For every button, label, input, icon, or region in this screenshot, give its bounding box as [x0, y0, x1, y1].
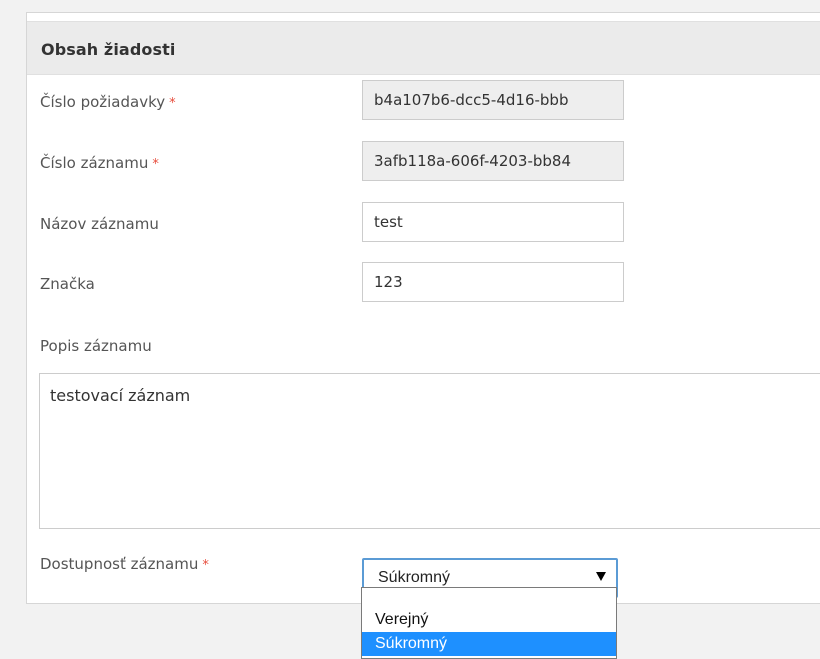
mark-label: Značka — [40, 275, 95, 293]
option-public[interactable]: Verejný — [362, 608, 616, 632]
required-marker: * — [169, 96, 176, 111]
mark-input[interactable]: 123 — [362, 262, 624, 302]
record-name-label: Názov záznamu — [40, 215, 159, 233]
record-number-input[interactable]: 3afb118a-606f-4203-bb84 — [362, 141, 624, 181]
option-blank[interactable] — [362, 588, 616, 608]
availability-selected-value: Súkromný — [378, 569, 451, 586]
availability-label: Dostupnosť záznamu * — [40, 555, 209, 573]
request-number-label: Číslo požiadavky * — [40, 93, 176, 111]
request-number-input[interactable]: b4a107b6-dcc5-4d16-bbb — [362, 80, 624, 120]
dropdown-arrow-icon — [596, 572, 606, 581]
availability-options-list: Verejný Súkromný — [361, 587, 617, 659]
record-number-label: Číslo záznamu * — [40, 154, 159, 172]
description-textarea[interactable]: testovací záznam — [39, 373, 820, 529]
required-marker: * — [202, 558, 209, 573]
required-marker: * — [152, 157, 159, 172]
panel-title: Obsah žiadosti — [41, 40, 176, 59]
option-private[interactable]: Súkromný — [362, 632, 616, 656]
description-label: Popis záznamu — [40, 337, 152, 355]
record-name-input[interactable]: test — [362, 202, 624, 242]
request-content-panel: Obsah žiadosti Číslo požiadavky * b4a107b… — [26, 12, 820, 604]
panel-header: Obsah žiadosti — [27, 21, 820, 75]
